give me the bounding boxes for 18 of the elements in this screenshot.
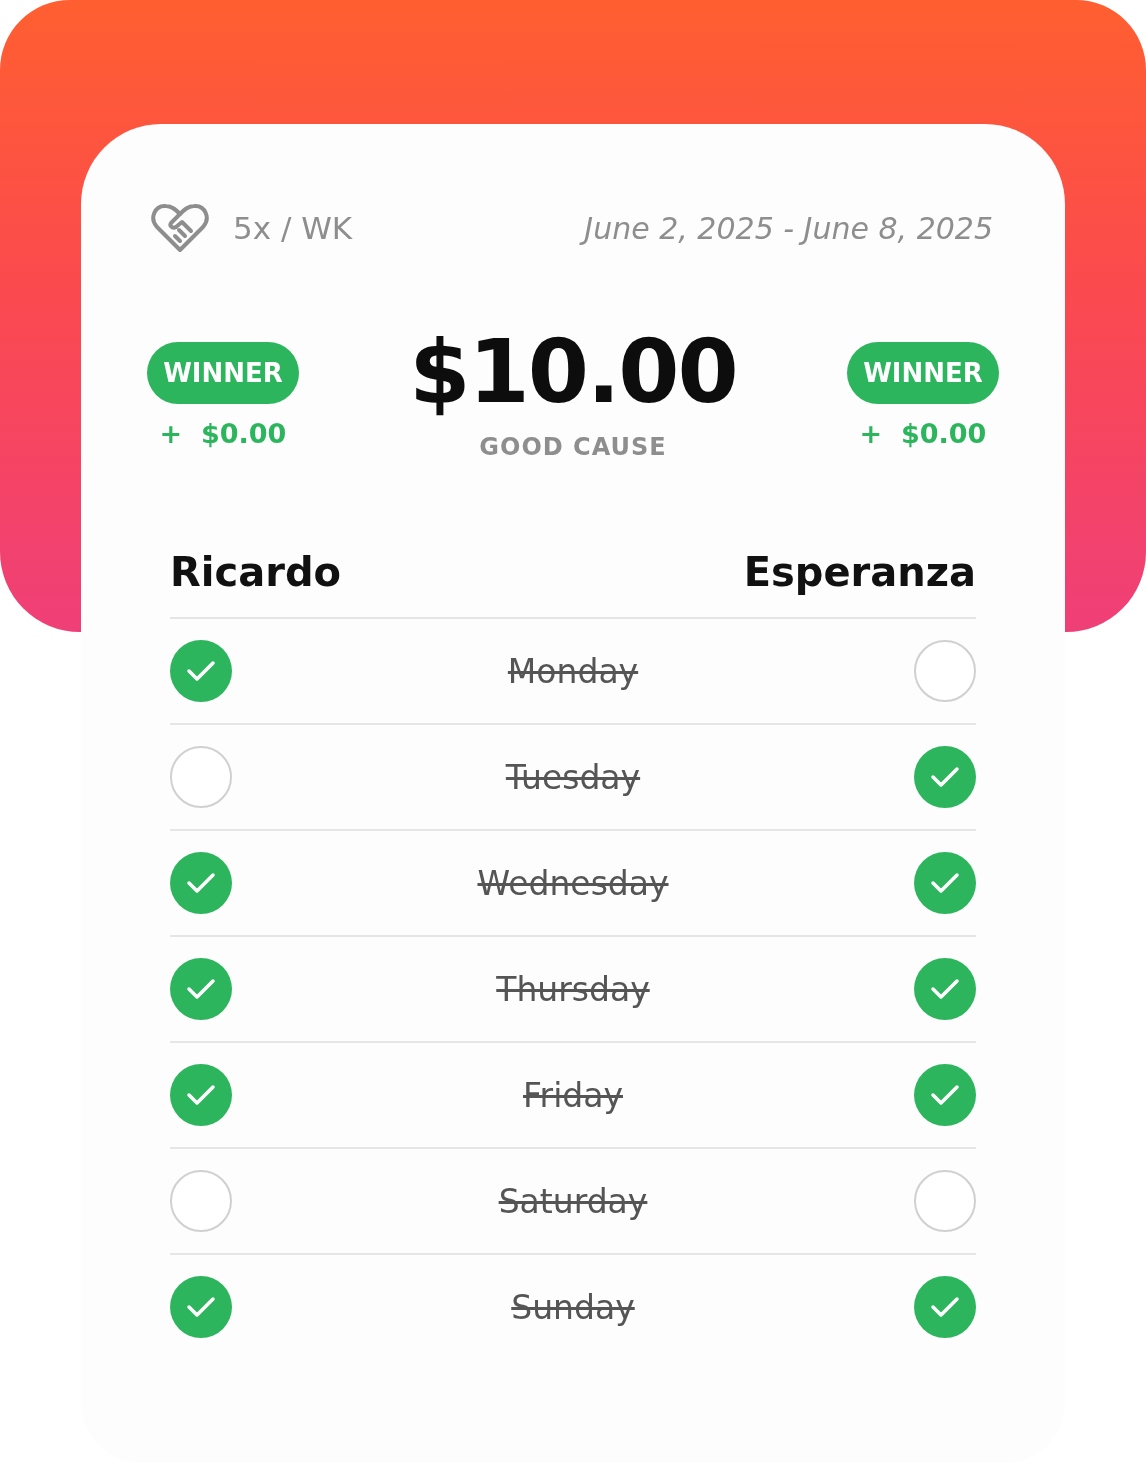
day-label: Friday	[523, 1075, 623, 1115]
pot-label: GOOD CAUSE	[479, 433, 667, 461]
player-name: Ricardo	[170, 549, 342, 595]
day-label: Thursday	[496, 969, 650, 1009]
bonus-amount: + $0.00	[159, 418, 287, 449]
day-label: Monday	[507, 651, 639, 691]
day-label: Tuesday	[505, 757, 641, 797]
day-label: Wednesday	[477, 863, 669, 903]
date-range: June 2, 2025 - June 8, 2025	[580, 206, 997, 250]
heart-handshake-icon	[151, 202, 209, 254]
bonus-amount: + $0.00	[859, 418, 987, 449]
day-label: Sunday	[511, 1287, 635, 1327]
frequency-label: 5x / WK	[233, 210, 353, 246]
day-label: Saturday	[498, 1181, 648, 1221]
winner-badge: WINNER	[847, 342, 999, 404]
pot-amount: $10.00	[409, 320, 737, 423]
player-name: Esperanza	[743, 549, 976, 595]
winner-badge: WINNER	[147, 342, 299, 404]
